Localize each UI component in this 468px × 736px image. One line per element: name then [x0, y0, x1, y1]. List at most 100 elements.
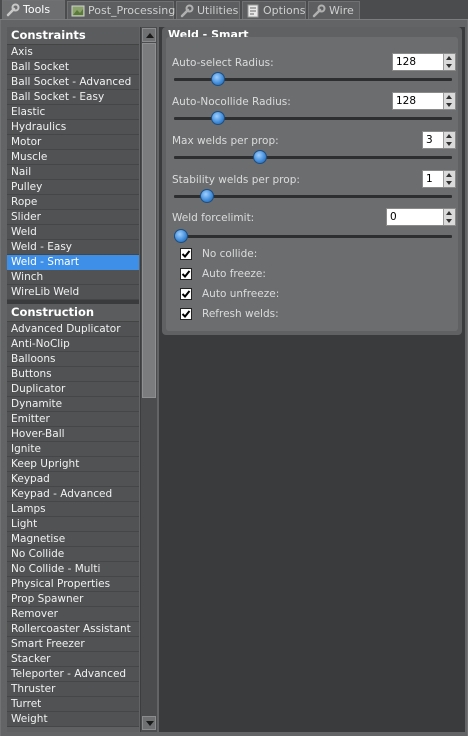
list-item[interactable]: No Collide: [7, 547, 139, 562]
list-item[interactable]: Weight: [7, 712, 139, 727]
list-item[interactable]: Keypad: [7, 472, 139, 487]
wrench-icon: [312, 4, 326, 18]
spinner-arrows-icon[interactable]: [443, 54, 455, 70]
list-item[interactable]: Nail: [7, 165, 139, 180]
auto-freeze-label: Auto freeze:: [202, 268, 266, 280]
list-item[interactable]: Hover-Ball: [7, 427, 139, 442]
spinner-arrows-icon[interactable]: [443, 209, 455, 225]
list-item[interactable]: Rollercoaster Assistant: [7, 622, 139, 637]
list-item[interactable]: Buttons: [7, 367, 139, 382]
list-item[interactable]: Motor: [7, 135, 139, 150]
list-item-selected[interactable]: Weld - Smart: [7, 255, 139, 270]
list-item[interactable]: Emitter: [7, 412, 139, 427]
list-item[interactable]: Ball Socket: [7, 60, 139, 75]
field-value: 3: [426, 134, 433, 146]
list-item[interactable]: Lamps: [7, 502, 139, 517]
scroll-down-button[interactable]: [142, 716, 156, 730]
list-item[interactable]: Winch: [7, 270, 139, 285]
tab-options[interactable]: Options: [242, 1, 306, 20]
max-welds-input[interactable]: 3: [422, 131, 456, 149]
list-item[interactable]: Dynamite: [7, 397, 139, 412]
arrow-up-icon: [146, 33, 154, 38]
refresh-welds-checkbox[interactable]: [180, 308, 192, 320]
list-item[interactable]: Muscle: [7, 150, 139, 165]
max-welds-slider[interactable]: [174, 150, 452, 164]
tab-bar: Tools Post_Processing Utilities Options …: [0, 0, 468, 20]
wrench-icon: [6, 3, 20, 17]
list-item[interactable]: Anti-NoClip: [7, 337, 139, 352]
list-item[interactable]: Smart Freezer: [7, 637, 139, 652]
tab-post-processing[interactable]: Post_Processing: [67, 1, 175, 20]
auto-nocollide-radius-slider[interactable]: [174, 111, 452, 125]
list-item[interactable]: Elastic: [7, 105, 139, 120]
no-collide-checkbox[interactable]: [180, 248, 192, 260]
arrow-down-icon: [146, 721, 154, 726]
list-item[interactable]: Balloons: [7, 352, 139, 367]
list-item[interactable]: Pulley: [7, 180, 139, 195]
auto-select-radius-slider[interactable]: [174, 72, 452, 86]
list-item[interactable]: Physical Properties: [7, 577, 139, 592]
tab-label: Tools: [23, 3, 51, 16]
category-header-constraints[interactable]: Constraints: [7, 27, 139, 45]
slider-knob[interactable]: [211, 111, 225, 125]
list-item[interactable]: No Collide - Multi: [7, 562, 139, 577]
weld-forcelimit-input[interactable]: 0: [386, 208, 456, 226]
checkmark-icon: [181, 310, 191, 318]
slider-knob[interactable]: [174, 229, 188, 243]
list-item[interactable]: Keypad - Advanced: [7, 487, 139, 502]
spinner-arrows-icon[interactable]: [443, 132, 455, 148]
tab-tools[interactable]: Tools: [2, 0, 65, 20]
scrollbar-thumb[interactable]: [142, 43, 156, 398]
list-item[interactable]: Prop Spawner: [7, 592, 139, 607]
stability-welds-label: Stability welds per prop:: [172, 174, 300, 186]
list-item[interactable]: Weld: [7, 225, 139, 240]
auto-unfreeze-checkbox[interactable]: [180, 288, 192, 300]
auto-freeze-checkbox[interactable]: [180, 268, 192, 280]
list-item[interactable]: Slider: [7, 210, 139, 225]
spinner-arrows-icon[interactable]: [443, 171, 455, 187]
tab-wire[interactable]: Wire: [308, 1, 360, 20]
spinner-arrows-icon[interactable]: [443, 93, 455, 109]
slider-knob[interactable]: [253, 150, 267, 164]
slider-knob[interactable]: [211, 72, 225, 86]
list-item[interactable]: Duplicator: [7, 382, 139, 397]
field-value: 128: [396, 56, 417, 68]
list-item[interactable]: Teleporter - Advanced: [7, 667, 139, 682]
tab-label: Options: [263, 4, 306, 17]
auto-unfreeze-label: Auto unfreeze:: [202, 288, 280, 300]
checkmark-icon: [181, 290, 191, 298]
list-item[interactable]: Ball Socket - Advanced: [7, 75, 139, 90]
weld-forcelimit-label: Weld forcelimit:: [172, 212, 255, 224]
tab-label: Utilities: [197, 4, 239, 17]
list-item[interactable]: Keep Upright: [7, 457, 139, 472]
list-item[interactable]: Ball Socket - Easy: [7, 90, 139, 105]
max-welds-label: Max welds per prop:: [172, 135, 279, 147]
slider-knob[interactable]: [200, 189, 214, 203]
list-item[interactable]: Magnetise: [7, 532, 139, 547]
list-item[interactable]: Ignite: [7, 442, 139, 457]
list-item[interactable]: Rope: [7, 195, 139, 210]
field-value: 1: [426, 173, 433, 185]
auto-nocollide-radius-input[interactable]: 128: [392, 92, 456, 110]
field-value: 128: [396, 95, 417, 107]
list-item[interactable]: Axis: [7, 45, 139, 60]
list-item[interactable]: Turret: [7, 697, 139, 712]
stability-welds-slider[interactable]: [174, 189, 452, 203]
list-item[interactable]: Hydraulics: [7, 120, 139, 135]
category-header-construction[interactable]: Construction: [7, 304, 139, 322]
list-item[interactable]: Stacker: [7, 652, 139, 667]
stability-welds-input[interactable]: 1: [422, 170, 456, 188]
list-item[interactable]: Light: [7, 517, 139, 532]
list-item[interactable]: WireLib Weld: [7, 285, 139, 300]
scroll-up-button[interactable]: [142, 28, 156, 42]
list-item[interactable]: Advanced Duplicator: [7, 322, 139, 337]
auto-select-radius-input[interactable]: 128: [392, 53, 456, 71]
tab-utilities[interactable]: Utilities: [176, 1, 240, 20]
tool-list-scrollbar[interactable]: [140, 27, 157, 732]
list-item[interactable]: Remover: [7, 607, 139, 622]
auto-select-radius-label: Auto-select Radius:: [172, 57, 274, 69]
list-item[interactable]: Weld - Easy: [7, 240, 139, 255]
weld-forcelimit-slider[interactable]: [174, 229, 452, 243]
settings-panel: Weld - Smart Auto-select Radius: 128 Aut…: [162, 27, 462, 335]
list-item[interactable]: Thruster: [7, 682, 139, 697]
